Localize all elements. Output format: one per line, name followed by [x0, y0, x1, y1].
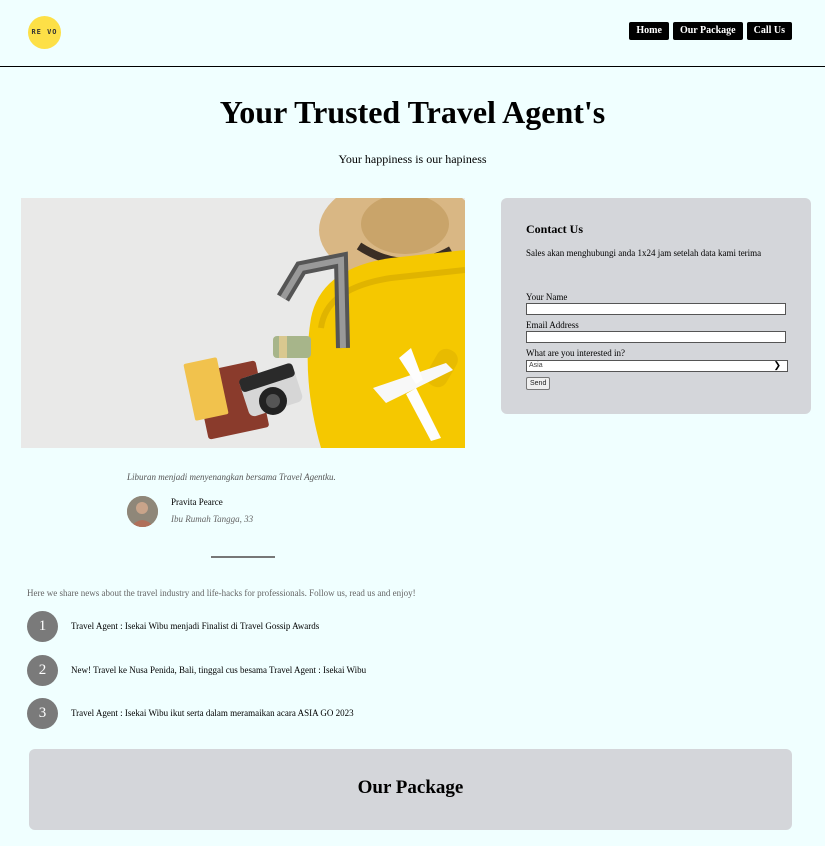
nav-our-package-button[interactable]: Our Package	[672, 22, 743, 40]
news-intro: Here we share news about the travel indu…	[27, 588, 416, 598]
email-label: Email Address	[526, 320, 579, 330]
interest-selected-value: Asia	[529, 362, 543, 369]
news-headline: New! Travel ke Nusa Penida, Bali, tingga…	[71, 665, 367, 675]
name-input[interactable]	[526, 303, 786, 315]
news-headline: Travel Agent : Isekai Wibu menjadi Final…	[71, 621, 320, 631]
testimonial-name: Pravita Pearce	[171, 497, 223, 507]
package-section: Our Package	[29, 749, 792, 830]
package-title: Our Package	[357, 777, 464, 798]
brand-logo[interactable]: RE VO	[28, 16, 61, 49]
testimonial-role: Ibu Rumah Tangga, 33	[171, 514, 254, 524]
send-button[interactable]: Send	[526, 377, 551, 390]
travel-items-illustration	[21, 198, 465, 448]
news-number-badge: 2	[27, 655, 58, 686]
main-nav: Home Our Package Call Us	[629, 22, 792, 40]
logo-text: RE VO	[31, 28, 58, 36]
interest-label: What are you interested in?	[526, 348, 625, 358]
list-item[interactable]: 2 New! Travel ke Nusa Penida, Bali, ting…	[27, 655, 727, 686]
list-item[interactable]: 3 Travel Agent : Isekai Wibu ikut serta …	[27, 698, 727, 729]
page-title: Your Trusted Travel Agent's	[219, 94, 606, 130]
nav-home-button[interactable]: Home	[629, 22, 669, 40]
contact-title: Contact Us	[526, 222, 583, 236]
nav-call-us-button[interactable]: Call Us	[746, 22, 792, 40]
list-item[interactable]: 1 Travel Agent : Isekai Wibu menjadi Fin…	[27, 611, 727, 642]
news-headline: Travel Agent : Isekai Wibu ikut serta da…	[71, 708, 354, 718]
chevron-down-icon: ❯	[773, 360, 781, 370]
contact-form-card: Contact Us Sales akan menghubungi anda 1…	[501, 198, 811, 414]
testimonial-quote: Liburan menjadi menyenangkan bersama Tra…	[127, 472, 336, 482]
news-number-badge: 1	[27, 611, 58, 642]
contact-description: Sales akan menghubungi anda 1x24 jam set…	[526, 248, 762, 258]
email-input[interactable]	[526, 331, 786, 343]
news-number-badge: 3	[27, 698, 58, 729]
header: RE VO Home Our Package Call Us	[0, 0, 825, 67]
page-subtitle: Your happiness is our hapiness	[338, 152, 487, 166]
interest-select[interactable]: Asia ❯	[526, 360, 788, 372]
name-label: Your Name	[526, 292, 568, 302]
hero-travel-image	[21, 198, 465, 448]
avatar	[127, 496, 158, 527]
avatar-image	[127, 496, 158, 527]
section-divider	[211, 556, 275, 558]
